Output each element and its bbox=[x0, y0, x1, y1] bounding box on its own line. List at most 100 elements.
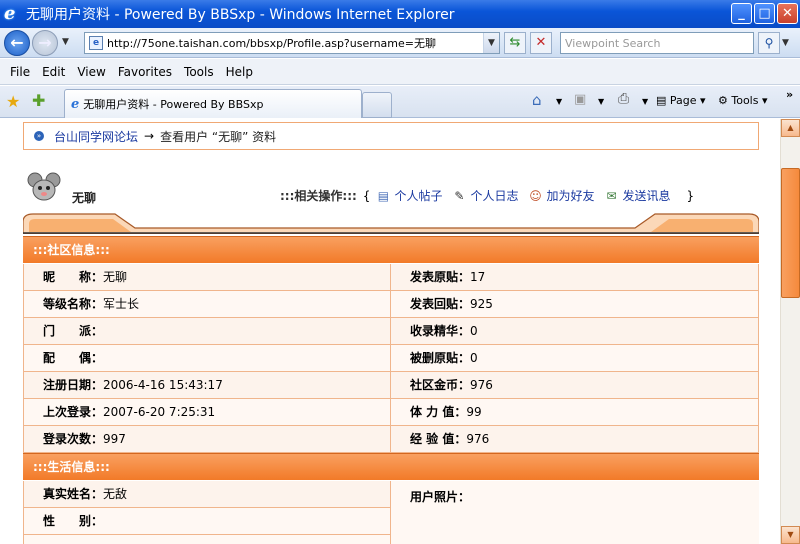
scroll-up-button[interactable]: ▲ bbox=[781, 119, 800, 137]
field-value: 17 bbox=[470, 270, 486, 284]
home-icon[interactable]: ⌂ bbox=[532, 91, 542, 109]
address-toolbar: ← → ▼ e http://75one.taishan.com/bbsxp/P… bbox=[0, 28, 800, 58]
table-row: 门 派： 收录精华：0 bbox=[23, 318, 759, 345]
tab-bar: ★ ✚ e 无聊用户资料 - Powered By BBSxp ⌂ ▼ ▣ ▼ … bbox=[0, 86, 800, 118]
maximize-button[interactable]: □ bbox=[754, 3, 775, 24]
menu-bar: File Edit View Favorites Tools Help bbox=[0, 59, 800, 85]
user-photo-cell: 用户照片： bbox=[391, 481, 759, 544]
login-count-cell: 登录次数：997 bbox=[24, 426, 391, 453]
tab-title: 无聊用户资料 - Powered By BBSxp bbox=[83, 98, 264, 111]
coins-cell: 社区金币：976 bbox=[391, 372, 760, 399]
breadcrumb-bullet-icon: » bbox=[34, 131, 44, 141]
stamina-cell: 体 力 值：99 bbox=[391, 399, 760, 426]
field-label: 用户照片： bbox=[410, 490, 471, 504]
field-label: 发表原贴： bbox=[410, 270, 471, 284]
add-favorite-icon[interactable]: ✚ bbox=[32, 91, 45, 110]
table-row: 上次登录：2007-6-20 7:25:31 体 力 值：99 bbox=[23, 399, 759, 426]
add-friend-icon: ☺ bbox=[529, 188, 542, 203]
menu-favorites[interactable]: Favorites bbox=[112, 65, 178, 79]
field-value: 无聊 bbox=[103, 270, 128, 284]
actions-open-brace: { bbox=[362, 188, 371, 203]
field-value: 997 bbox=[103, 432, 126, 446]
search-options-dropdown[interactable]: ▼ bbox=[782, 32, 796, 54]
more-commands-chevron-icon[interactable]: » bbox=[786, 88, 793, 101]
field-value: 2006-4-16 15:43:17 bbox=[103, 378, 223, 392]
tools-menu[interactable]: ⚙ Tools ▾ bbox=[718, 94, 768, 107]
menu-tools[interactable]: Tools bbox=[178, 65, 220, 79]
replies-cell: 发表回贴：925 bbox=[391, 291, 760, 318]
recent-pages-dropdown[interactable]: ▼ bbox=[62, 37, 69, 47]
essence-cell: 收录精华：0 bbox=[391, 318, 760, 345]
close-button[interactable]: ✕ bbox=[777, 3, 798, 24]
table-row: 注册日期：2006-4-16 15:43:17 社区金币：976 bbox=[23, 372, 759, 399]
field-value: 976 bbox=[470, 378, 493, 392]
user-blog-link[interactable]: 个人日志 bbox=[470, 187, 518, 204]
breadcrumb-current: 查看用户 “无聊” 资料 bbox=[160, 129, 277, 144]
forward-button[interactable]: → bbox=[32, 30, 58, 56]
refresh-button[interactable]: ⇆ bbox=[504, 32, 526, 54]
tab-ie-icon: e bbox=[71, 96, 80, 112]
pen-icon: ✎ bbox=[454, 188, 465, 203]
table-row: 配 偶： 被删原贴：0 bbox=[23, 345, 759, 372]
scroll-thumb[interactable] bbox=[781, 168, 800, 298]
field-label: 经 验 值： bbox=[410, 432, 467, 446]
send-message-link[interactable]: 发送讯息 bbox=[622, 187, 670, 204]
add-friend-link[interactable]: 加为好友 bbox=[546, 187, 594, 204]
menu-edit[interactable]: Edit bbox=[36, 65, 71, 79]
minimize-button[interactable]: _ bbox=[731, 3, 752, 24]
menu-file[interactable]: File bbox=[4, 65, 36, 79]
user-posts-link[interactable]: 个人帖子 bbox=[394, 187, 442, 204]
scroll-down-button[interactable]: ▼ bbox=[781, 526, 800, 544]
print-dropdown[interactable]: ▼ bbox=[642, 97, 648, 106]
spouse-cell: 配 偶： bbox=[24, 345, 391, 372]
field-label: 体 力 值： bbox=[410, 405, 467, 419]
field-label: 收录精华： bbox=[410, 324, 471, 338]
tools-menu-label: Tools bbox=[731, 94, 759, 107]
page-menu-label: Page bbox=[669, 94, 697, 107]
tab-current[interactable]: e 无聊用户资料 - Powered By BBSxp bbox=[64, 89, 362, 118]
new-tab-button[interactable] bbox=[362, 92, 392, 118]
back-button[interactable]: ← bbox=[4, 30, 30, 56]
life-section-header: :::生活信息::: bbox=[23, 453, 759, 480]
field-value: 2007-6-20 7:25:31 bbox=[103, 405, 216, 419]
feeds-icon[interactable]: ▣ bbox=[574, 92, 586, 107]
window-title-bar: e 无聊用户资料 - Powered By BBSxp - Windows In… bbox=[0, 0, 800, 28]
stop-button[interactable]: ✕ bbox=[530, 32, 552, 54]
register-date-cell: 注册日期：2006-4-16 15:43:17 bbox=[24, 372, 391, 399]
feeds-dropdown[interactable]: ▼ bbox=[598, 97, 604, 106]
address-dropdown-button[interactable]: ▼ bbox=[483, 33, 499, 53]
last-login-cell: 上次登录：2007-6-20 7:25:31 bbox=[24, 399, 391, 426]
address-field[interactable]: e http://75one.taishan.com/bbsxp/Profile… bbox=[84, 32, 500, 54]
menu-view[interactable]: View bbox=[71, 65, 111, 79]
profile-username: 无聊 bbox=[72, 191, 97, 205]
gender-cell: 性 别： bbox=[24, 508, 391, 535]
vertical-scrollbar[interactable]: ▲ ▼ bbox=[780, 119, 800, 544]
field-label: 发表回贴： bbox=[410, 297, 471, 311]
search-input[interactable]: Viewpoint Search bbox=[560, 32, 754, 54]
address-url[interactable]: http://75one.taishan.com/bbsxp/Profile.a… bbox=[107, 35, 483, 51]
related-actions: :::相关操作::: { ▤ 个人帖子 ✎ 个人日志 ☺ 加为好友 ✉ 发送讯息… bbox=[280, 187, 700, 204]
field-value: 976 bbox=[466, 432, 490, 446]
faction-cell: 门 派： bbox=[24, 318, 391, 345]
breadcrumb-forum-link[interactable]: 台山同学网论坛 bbox=[54, 128, 138, 145]
actions-close-brace: } bbox=[686, 188, 695, 203]
window-title: 无聊用户资料 - Powered By BBSxp - Windows Inte… bbox=[26, 7, 455, 23]
page-menu[interactable]: ▤ Page ▾ bbox=[656, 94, 706, 107]
field-label: 登录次数： bbox=[43, 432, 104, 446]
page-icon: e bbox=[89, 36, 103, 50]
field-label: 性 别： bbox=[43, 514, 104, 528]
favorites-star-icon[interactable]: ★ bbox=[6, 92, 20, 111]
field-value: 99 bbox=[466, 405, 482, 419]
field-value: 925 bbox=[470, 297, 493, 311]
search-button[interactable]: ⚲ bbox=[758, 32, 780, 54]
profile-tab-decoration bbox=[23, 213, 759, 234]
life-info: 真实姓名：无敌 性 别： 用户照片： bbox=[23, 481, 759, 544]
menu-help[interactable]: Help bbox=[220, 65, 259, 79]
page-icon: ▤ bbox=[656, 94, 667, 107]
actions-label: :::相关操作::: bbox=[280, 189, 357, 203]
field-value: 0 bbox=[470, 324, 478, 338]
print-icon[interactable]: ⎙ bbox=[618, 91, 629, 107]
home-dropdown[interactable]: ▼ bbox=[556, 97, 562, 106]
rank-cell: 等级名称：军士长 bbox=[24, 291, 391, 318]
breadcrumb: » 台山同学网论坛 → 查看用户 “无聊” 资料 bbox=[23, 122, 759, 150]
